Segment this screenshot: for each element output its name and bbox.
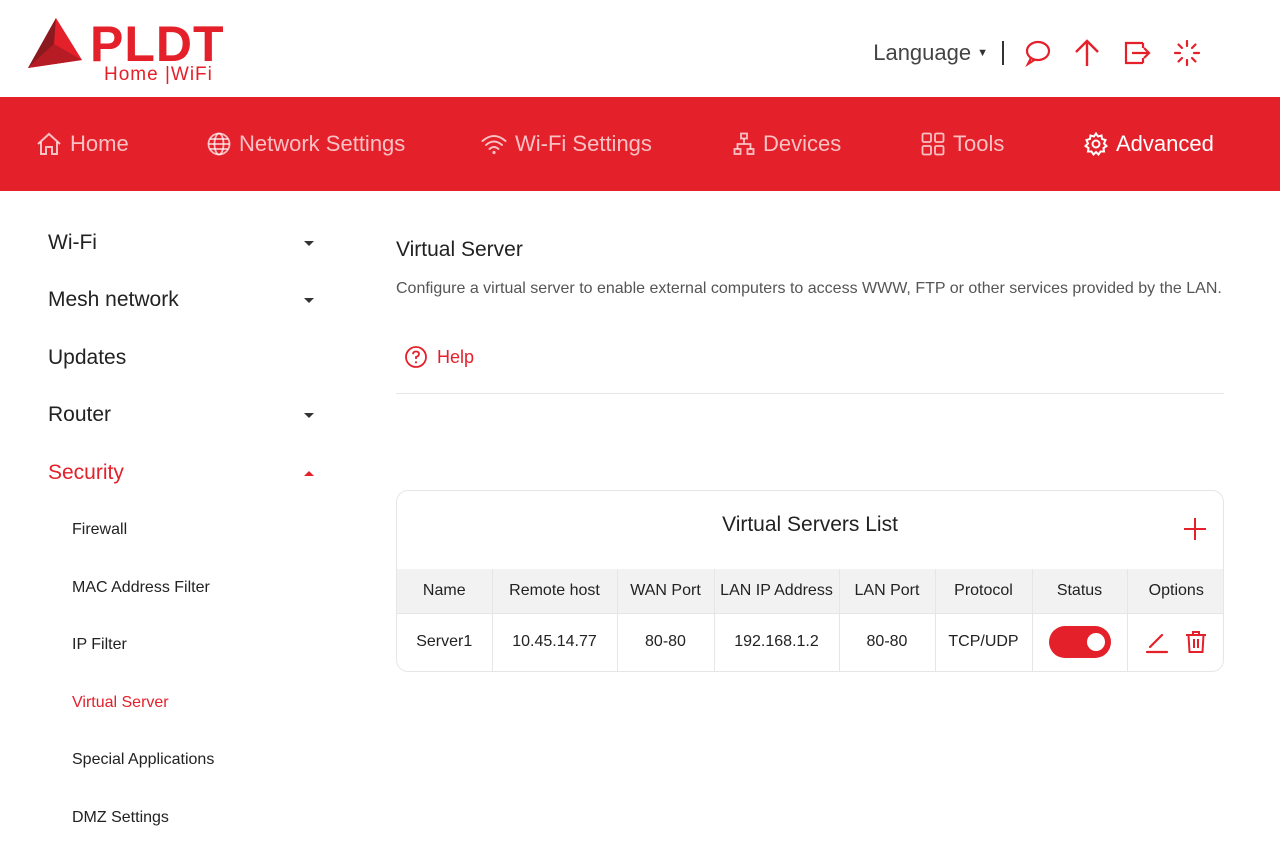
sidebar-subitem-mac-address-filter[interactable]: MAC Address Filter [72,579,210,597]
sidebar-item-label: Updates [48,346,127,369]
tools-icon [921,132,945,156]
toggle-knob [1086,633,1105,652]
sidebar-item-security[interactable]: Security [48,461,314,485]
caret-down-icon: ▼ [977,47,988,59]
cell-wan-port: 80-80 [617,612,715,671]
caret-down-icon [304,297,314,303]
nav-network-settings-label: Network Settings [239,131,406,156]
trash-icon [1186,631,1207,654]
language-dropdown[interactable]: Language ▼ [873,40,988,66]
cell-name: Server1 [397,612,493,671]
cell-remote-host: 10.45.14.77 [492,612,618,671]
caret-down-icon [304,412,314,418]
language-label: Language [873,40,972,65]
nav-wifi-settings[interactable]: Wi-Fi Settings [481,97,652,191]
sidebar-subitem-special-applications[interactable]: Special Applications [72,751,214,769]
sidebar-item-updates[interactable]: Updates [48,346,314,370]
logout-icon[interactable] [1122,38,1152,68]
nav-home[interactable]: Home [36,97,129,191]
column-header-options: Options [1127,569,1223,613]
nav-devices[interactable]: Devices [733,97,841,191]
caret-down-icon [304,240,314,246]
edit-button[interactable] [1145,630,1169,654]
nav-devices-label: Devices [763,131,842,156]
globe-icon [207,132,231,156]
plus-icon [1184,518,1206,540]
sidebar-item-router[interactable]: Router [48,403,314,427]
column-header-status: Status [1032,569,1128,613]
upload-arrow-icon[interactable] [1072,38,1102,68]
list-title: Virtual Servers List [722,513,898,536]
table-row: Server1 10.45.14.77 80-80 192.168.1.2 80… [397,612,1223,671]
nav-wifi-settings-label: Wi-Fi Settings [515,131,652,156]
header-divider [1002,41,1004,65]
column-header-remote-host: Remote host [492,569,618,613]
column-header-wan-port: WAN Port [617,569,715,613]
nav-home-label: Home [70,131,129,156]
loading-icon[interactable] [1172,38,1202,68]
nav-network-settings[interactable]: Network Settings [207,97,405,191]
pldt-logo[interactable]: PLDT Home |WiFi [24,14,234,86]
column-header-name: Name [397,569,493,613]
home-icon [37,132,61,155]
virtual-servers-list-card: Virtual Servers List Name Remote host WA… [396,490,1224,672]
nav-tools-label: Tools [953,131,1005,156]
sidebar-item-label: Router [48,403,112,426]
sidebar-subitem-dmz-settings[interactable]: DMZ Settings [72,809,169,827]
help-icon [405,346,427,368]
sidebar-subitem-firewall[interactable]: Firewall [72,521,127,539]
nav-advanced[interactable]: Advanced [1084,97,1214,191]
cell-status [1032,612,1128,671]
sidebar-item-wifi[interactable]: Wi-Fi [48,231,314,255]
chat-icon[interactable] [1022,38,1052,68]
edit-icon [1146,634,1169,654]
column-header-lan-ip: LAN IP Address [714,569,840,613]
cell-lan-port: 80-80 [839,612,936,671]
sidebar-item-mesh-network[interactable]: Mesh network [48,288,314,312]
help-link[interactable]: Help [404,345,474,369]
devices-icon [733,132,755,155]
column-header-lan-port: LAN Port [839,569,936,613]
column-header-protocol: Protocol [935,569,1033,613]
sidebar-item-label: Wi-Fi [48,231,97,254]
sidebar-item-label: Security [48,461,124,484]
cell-lan-ip: 192.168.1.2 [714,612,840,671]
status-toggle[interactable] [1048,626,1111,659]
virtual-servers-table: Name Remote host WAN Port LAN IP Address… [397,569,1223,671]
table-header-row: Name Remote host WAN Port LAN IP Address… [397,569,1223,613]
page-title: Virtual Server [396,238,523,261]
section-divider [396,393,1224,394]
pldt-logo-mark-icon [28,18,82,68]
cell-options [1127,612,1223,671]
delete-button[interactable] [1185,630,1207,654]
main-nav: Home Network Settings Wi-Fi Settings Dev… [0,97,1280,191]
wifi-icon [481,135,507,155]
sidebar-item-label: Mesh network [48,288,179,311]
page-description: Configure a virtual server to enable ext… [396,280,1222,297]
sidebar-subitem-ip-filter[interactable]: IP Filter [72,636,127,654]
add-server-button[interactable] [1183,517,1207,541]
caret-up-icon [304,470,314,476]
help-label: Help [437,346,475,367]
sidebar-subitem-virtual-server[interactable]: Virtual Server [72,694,169,712]
gear-icon [1084,132,1108,156]
logo-tagline: Home |WiFi [104,64,213,85]
header-toolbar: Language ▼ [873,34,1202,72]
nav-advanced-label: Advanced [1116,131,1214,156]
sidebar: Wi-Fi Mesh network Updates Router Securi… [24,191,336,847]
nav-tools[interactable]: Tools [921,97,1004,191]
header: PLDT Home |WiFi Language ▼ [0,0,1280,97]
cell-protocol: TCP/UDP [935,612,1033,671]
